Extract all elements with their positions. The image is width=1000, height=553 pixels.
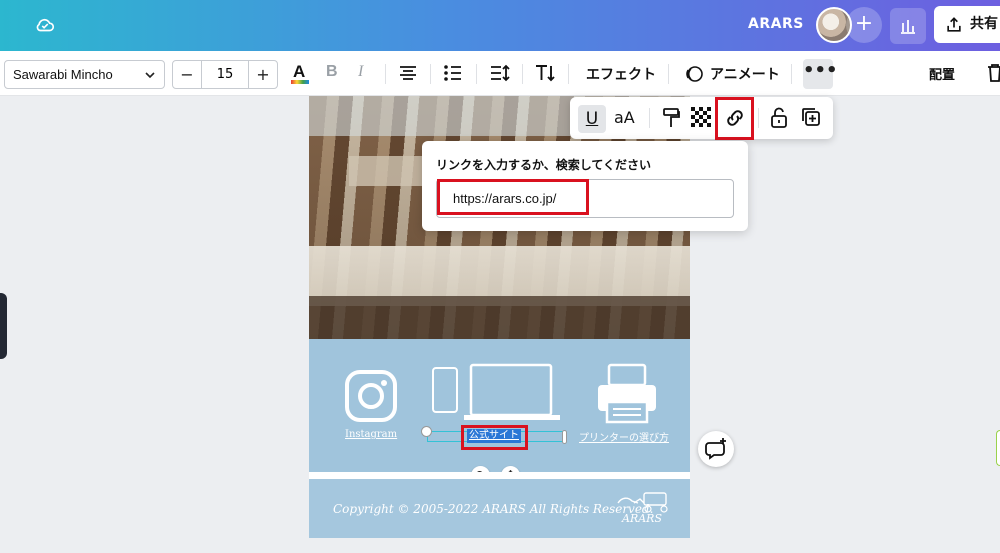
highlight-url-input bbox=[437, 179, 589, 215]
text-transform-icon[interactable] bbox=[534, 63, 556, 87]
devices-icon[interactable] bbox=[429, 362, 569, 424]
floating-text-toolbar: U aA bbox=[570, 97, 833, 139]
bullet-list-icon[interactable] bbox=[443, 63, 463, 87]
printer-icon[interactable] bbox=[595, 362, 659, 424]
carriage-logo-icon[interactable]: ARARS bbox=[614, 489, 674, 525]
trash-icon[interactable] bbox=[986, 63, 1000, 87]
increase-font-size-button[interactable]: + bbox=[248, 61, 277, 88]
cloud-saved-icon[interactable] bbox=[34, 14, 56, 40]
italic-button[interactable]: I bbox=[358, 63, 363, 81]
top-bar: ARARS + 共有 bbox=[0, 0, 1000, 51]
instagram-label[interactable]: Instagram bbox=[345, 429, 397, 440]
photo-floor bbox=[309, 296, 690, 339]
copyright-text[interactable]: Copyright © 2005-2022 ARARS All Rights R… bbox=[333, 502, 653, 516]
insights-button[interactable] bbox=[890, 8, 926, 44]
more-options-button[interactable]: ••• bbox=[803, 59, 838, 89]
design-title[interactable]: ARARS bbox=[748, 16, 804, 32]
floating-divider bbox=[758, 108, 759, 128]
underline-button[interactable]: U bbox=[578, 105, 606, 133]
text-toolbar: Sawarabi Mincho − 15 + A B I エフェクト アニメート… bbox=[0, 51, 1000, 96]
duplicate-icon[interactable] bbox=[801, 107, 821, 131]
position-button[interactable]: 配置 bbox=[929, 64, 955, 83]
highlight-link-button bbox=[715, 97, 754, 140]
share-label: 共有 bbox=[970, 16, 998, 32]
upload-icon bbox=[947, 17, 961, 32]
line-spacing-icon[interactable] bbox=[489, 63, 511, 87]
resize-handle-right[interactable] bbox=[562, 430, 567, 444]
text-color-icon[interactable]: A bbox=[290, 62, 310, 90]
toolbar-divider bbox=[522, 64, 523, 84]
instagram-icon[interactable] bbox=[344, 369, 398, 423]
bar-chart-icon bbox=[901, 20, 915, 34]
toolbar-divider bbox=[430, 64, 431, 84]
side-panel-toggle[interactable] bbox=[0, 293, 7, 359]
toolbar-divider bbox=[476, 64, 477, 84]
floating-divider bbox=[649, 108, 650, 128]
bold-button[interactable]: B bbox=[326, 63, 338, 81]
animate-icon[interactable] bbox=[684, 64, 704, 88]
letter-case-button[interactable]: aA bbox=[614, 108, 635, 127]
printer-guide-label[interactable]: プリンターの選び方 bbox=[579, 429, 669, 444]
divider-line bbox=[309, 472, 690, 479]
toolbar-divider bbox=[791, 64, 792, 84]
align-center-icon[interactable] bbox=[398, 63, 418, 87]
effects-button[interactable]: エフェクト bbox=[586, 64, 656, 84]
font-family-select[interactable]: Sawarabi Mincho bbox=[4, 60, 165, 89]
font-size-stepper[interactable]: − 15 + bbox=[172, 60, 278, 89]
font-size-value[interactable]: 15 bbox=[202, 61, 248, 88]
toolbar-divider bbox=[568, 64, 569, 84]
animate-button[interactable]: アニメート bbox=[710, 64, 780, 84]
share-button[interactable]: 共有 bbox=[934, 6, 1000, 43]
chevron-down-icon bbox=[145, 72, 155, 79]
font-family-value: Sawarabi Mincho bbox=[13, 67, 113, 82]
add-collaborator-button[interactable]: + bbox=[846, 7, 882, 43]
highlight-official-site bbox=[461, 425, 528, 450]
right-panel-edge[interactable] bbox=[996, 430, 1000, 466]
decrease-font-size-button[interactable]: − bbox=[173, 61, 202, 88]
unlock-icon[interactable] bbox=[770, 107, 788, 133]
toolbar-divider bbox=[385, 64, 386, 84]
link-popup-title: リンクを入力するか、検索してください bbox=[436, 158, 652, 172]
add-comment-button[interactable] bbox=[698, 431, 734, 467]
paint-roller-icon[interactable] bbox=[662, 107, 680, 133]
transparency-icon[interactable] bbox=[691, 107, 711, 131]
svg-text:A: A bbox=[293, 62, 305, 81]
comment-plus-icon bbox=[705, 438, 726, 460]
logo-text: ARARS bbox=[621, 512, 662, 525]
toolbar-divider bbox=[668, 64, 669, 84]
resize-handle-left[interactable] bbox=[421, 426, 432, 437]
